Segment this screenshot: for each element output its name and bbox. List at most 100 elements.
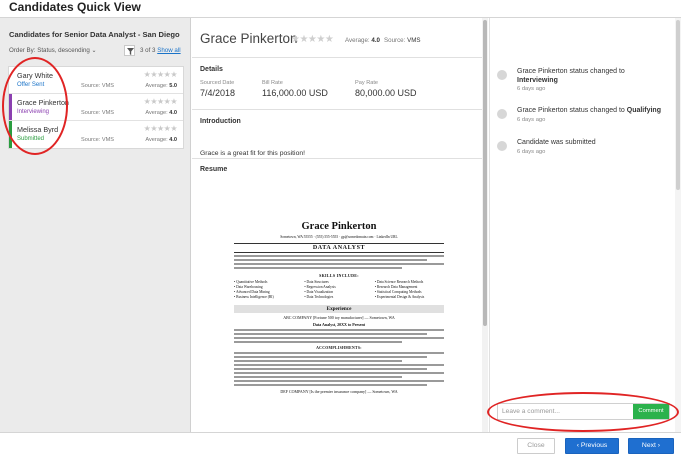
sourced-date-value: 7/4/2018 bbox=[200, 88, 236, 98]
previous-button[interactable]: ‹ Previous bbox=[565, 438, 619, 454]
candidate-average: Average: 4.0 bbox=[145, 110, 177, 116]
filter-button[interactable] bbox=[124, 45, 135, 56]
average-value: 4.0 bbox=[371, 37, 380, 44]
average-label: Average: bbox=[145, 83, 168, 89]
activity-time: 6 days ago bbox=[517, 86, 546, 92]
resume-name: Grace Pinkerton bbox=[301, 221, 377, 232]
status-bar bbox=[9, 121, 12, 148]
average-value: 4.0 bbox=[169, 110, 177, 116]
candidate-status: Submitted bbox=[17, 136, 45, 142]
resume-experience-heading: Experience bbox=[234, 305, 444, 313]
resume-skills-heading: SKILLS INCLUDE: bbox=[319, 273, 359, 278]
resume-role: DATA ANALYST bbox=[234, 243, 444, 253]
candidate-list-panel: Candidates for Senior Data Analyst - San… bbox=[0, 18, 191, 432]
activity-item: Grace Pinkerton status changed to Interv… bbox=[497, 67, 667, 101]
candidate-card-grace-pinkerton[interactable]: Grace Pinkerton Interviewing Source: VMS… bbox=[9, 94, 183, 121]
candidate-name: Gary White bbox=[17, 71, 53, 80]
text-line bbox=[234, 329, 444, 331]
comment-input[interactable] bbox=[498, 404, 634, 419]
text-line bbox=[234, 376, 402, 378]
candidate-source: Source: VMS bbox=[81, 137, 114, 143]
activity-text: Grace Pinkerton status changed to Interv… bbox=[517, 68, 625, 84]
comment-button[interactable]: Comment bbox=[633, 404, 669, 419]
activity-dot-icon bbox=[497, 70, 507, 80]
text-line bbox=[234, 337, 444, 339]
resume-skills-grid: • Quantitative Methods • Data Warehousing… bbox=[234, 280, 444, 300]
count-text: 3 of 3 bbox=[140, 47, 156, 54]
resume-title: Resume bbox=[200, 166, 228, 173]
status-bar bbox=[9, 94, 12, 120]
activity-item: Grace Pinkerton status changed to Qualif… bbox=[497, 106, 667, 134]
introduction-text: Grace is a great fit for this position! bbox=[200, 150, 306, 157]
window-title: Candidates Quick View bbox=[9, 0, 141, 14]
average-value: 5.0 bbox=[169, 83, 177, 89]
candidate-card-melissa-byrd[interactable]: Melissa Byrd Submitted Source: VMS ★★★★★… bbox=[9, 121, 183, 148]
show-all-link[interactable]: Show all bbox=[157, 47, 180, 54]
text-line bbox=[234, 360, 402, 362]
activity-dot-icon bbox=[497, 141, 507, 151]
activity-text: Grace Pinkerton status changed to Qualif… bbox=[517, 107, 661, 114]
source-info: Source: VMS bbox=[384, 37, 420, 44]
activity-text: Candidate was submitted bbox=[517, 139, 596, 146]
average-label: Average: bbox=[345, 37, 370, 44]
details-title: Details bbox=[200, 66, 223, 73]
resume-document: Grace Pinkerton Sometown, WA 55555 · (55… bbox=[234, 211, 444, 432]
skills-column: • Quantitative Methods • Data Warehousing… bbox=[234, 280, 274, 299]
text-line bbox=[234, 368, 428, 370]
rating-stars-icon: ★★★★★ bbox=[143, 97, 178, 106]
resume-position: Data Analyst, 20XX to Present bbox=[312, 322, 366, 327]
text-line bbox=[234, 380, 444, 382]
text-line bbox=[234, 259, 428, 261]
candidate-detail-panel: Grace Pinkerton ★★★★★ Average: 4.0 Sourc… bbox=[192, 18, 488, 432]
average-value: 4.0 bbox=[169, 137, 177, 143]
scrollbar-thumb[interactable] bbox=[483, 20, 487, 326]
activity-item: Candidate was submitted 6 days ago bbox=[497, 138, 667, 166]
resume-contact: Sometown, WA 55555 · (555) 555-5555 · gp… bbox=[280, 235, 398, 239]
skills-column: • Data Structures • Regression Analysis • … bbox=[304, 280, 336, 299]
text-line bbox=[234, 372, 444, 374]
candidate-status: Interviewing bbox=[17, 109, 50, 115]
divider bbox=[192, 109, 484, 110]
bill-rate-value: 116,000.00 USD bbox=[262, 88, 328, 98]
detail-scrollbar[interactable] bbox=[482, 18, 488, 432]
rating-stars-icon: ★★★★★ bbox=[143, 124, 178, 133]
candidate-source: Source: VMS bbox=[81, 110, 114, 116]
order-by-dropdown[interactable]: Order By: Status, descending ⌄ bbox=[9, 47, 97, 54]
activity-scrollbar[interactable] bbox=[675, 18, 681, 432]
candidates-quick-view: Candidates Quick View Candidates for Sen… bbox=[0, 0, 681, 457]
close-button[interactable]: Close bbox=[517, 438, 555, 454]
average-label: Average: bbox=[145, 137, 168, 143]
resume-accomplishments-heading: ACCOMPLISHMENTS: bbox=[316, 346, 362, 350]
divider bbox=[192, 57, 484, 58]
pay-rate-value: 80,000.00 USD bbox=[355, 88, 417, 98]
candidate-source: Source: VMS bbox=[81, 83, 114, 89]
text-line bbox=[234, 263, 444, 265]
divider bbox=[192, 158, 484, 159]
text-line bbox=[234, 384, 428, 386]
introduction-title: Introduction bbox=[200, 118, 241, 125]
comment-box: Comment bbox=[497, 403, 670, 420]
footer-bar: Close ‹ Previous Next › bbox=[0, 432, 681, 457]
scrollbar-thumb[interactable] bbox=[676, 20, 680, 190]
sourced-date-label: Sourced Date bbox=[200, 80, 235, 86]
rating-stars-icon: ★★★★★ bbox=[143, 70, 178, 79]
status-bar bbox=[9, 67, 12, 93]
average-rating: Average: 4.0 bbox=[345, 37, 380, 44]
text-line bbox=[234, 356, 428, 358]
skills-column: • Data Science Research Methods • Researc… bbox=[374, 280, 425, 299]
candidate-name-heading: Grace Pinkerton bbox=[200, 31, 298, 46]
list-title: Candidates for Senior Data Analyst - San… bbox=[9, 30, 180, 39]
rating-stars-icon[interactable]: ★★★★★ bbox=[291, 34, 334, 45]
candidate-card-gary-white[interactable]: Gary White Offer Sent Source: VMS ★★★★★ … bbox=[9, 67, 183, 94]
candidate-average: Average: 4.0 bbox=[145, 137, 177, 143]
activity-panel: Grace Pinkerton status changed to Interv… bbox=[489, 18, 681, 432]
text-line bbox=[234, 255, 444, 257]
candidate-name: Grace Pinkerton bbox=[17, 98, 69, 107]
bill-rate-label: Bill Rate bbox=[262, 80, 283, 86]
next-button[interactable]: Next › bbox=[628, 438, 674, 454]
source-value: VMS bbox=[407, 37, 421, 44]
resume-company: ABC COMPANY [Fortune 500 toy manufacture… bbox=[283, 315, 395, 320]
activity-time: 6 days ago bbox=[517, 149, 546, 155]
resume-company: DEF COMPANY [Is the premier insurance co… bbox=[280, 389, 398, 394]
activity-time: 6 days ago bbox=[517, 117, 546, 123]
